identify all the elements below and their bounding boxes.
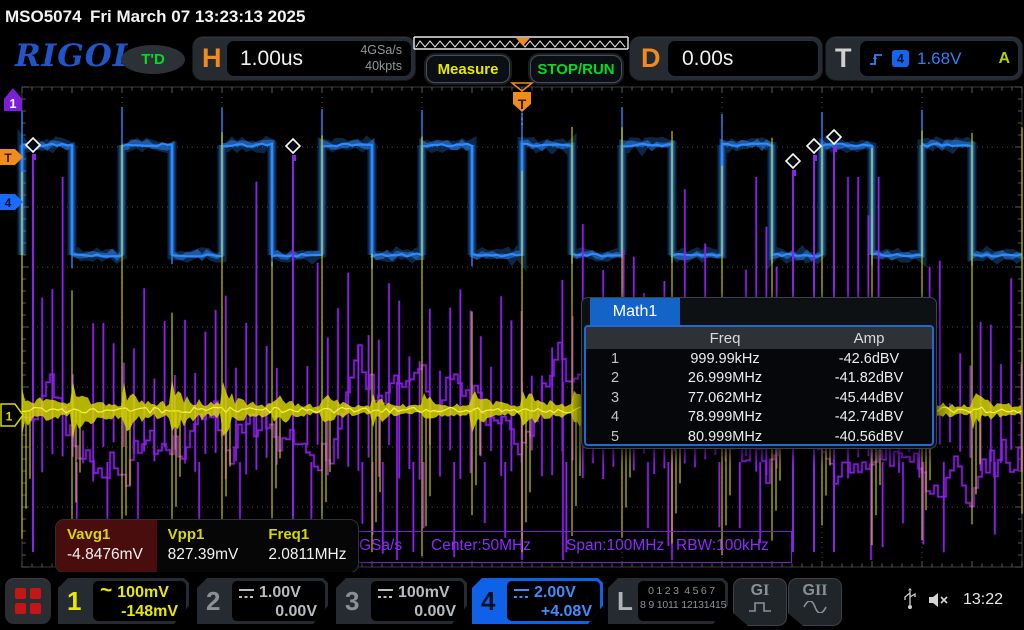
- fft-sample-rate: GSa/s: [359, 537, 402, 555]
- channel2-box[interactable]: 2 1.00V 0.00V: [197, 578, 328, 624]
- fft-rbw: RBW:100kHz: [676, 537, 769, 555]
- channel4-box[interactable]: 4 2.00V +4.08V: [472, 578, 603, 624]
- fft-peak-diamond: [286, 139, 300, 153]
- measurement-popup[interactable]: Vavg1 -4.8476mV Vpp1 827.39mV Freq1 2.08…: [55, 519, 359, 573]
- delay-value[interactable]: 0.00s: [682, 47, 733, 71]
- ac-coupling-icon: [100, 589, 112, 597]
- waveform-preview-bar[interactable]: [413, 36, 629, 52]
- generator2-button[interactable]: GII: [788, 578, 842, 626]
- delay-panel[interactable]: D 0.00s: [630, 37, 822, 80]
- trigger-status-badge: T'D: [121, 45, 185, 74]
- table-row: 2 26.999MHz -41.82dBV: [586, 369, 932, 389]
- fft-center: Center:50MHz: [431, 537, 531, 555]
- ch2-offset: 0.00V: [239, 603, 319, 621]
- channel-status-bar: 1 100mV -148mV 2 1.00V 0.00V 3 100mV 0.0…: [0, 572, 1024, 630]
- rigol-logo: RIGOL: [15, 38, 136, 74]
- digital-label: L: [617, 586, 633, 616]
- horizontal-panel[interactable]: H 1.00us 4GSa/s 40kpts: [193, 37, 415, 80]
- menu-button[interactable]: [5, 578, 51, 624]
- digital-row-0-7: 0 1 2 3 4 5 6 7: [640, 584, 723, 598]
- ch4-offset: +4.08V: [514, 603, 594, 621]
- timebase-value[interactable]: 1.00us: [240, 47, 303, 71]
- table-header: Freq Amp: [586, 327, 932, 349]
- clock: 13:22: [963, 591, 1003, 609]
- trigger-source-badge: 4: [892, 50, 909, 67]
- digital-channels-box[interactable]: L 0 1 2 3 4 5 6 7 8 9 1011 12131415: [608, 578, 728, 624]
- measure-button[interactable]: Measure: [426, 55, 510, 83]
- stop-run-button[interactable]: STOP/RUN: [530, 55, 622, 83]
- ch1-offset: -148mV: [100, 603, 180, 621]
- digital-row-8-15: 8 9 1011 12131415: [640, 598, 723, 612]
- col-freq: Freq: [644, 330, 806, 347]
- speaker-muted-icon[interactable]: [928, 592, 952, 608]
- math1-peak-table: Freq Amp 1 999.99kHz -42.6dBV 2 26.999MH…: [584, 325, 934, 446]
- memory-depth: 40kpts: [365, 59, 402, 73]
- svg-text:4: 4: [5, 196, 12, 210]
- usb-icon: [903, 588, 917, 610]
- ch1-scale: 100mV: [117, 584, 169, 602]
- trigger-panel[interactable]: T 4 1.68V A: [826, 37, 1022, 80]
- menu-grid-icon: [15, 588, 41, 614]
- fft-peak-diamond: [786, 154, 800, 168]
- t-label: T: [835, 43, 852, 73]
- dc-coupling-icon: [514, 589, 529, 598]
- trigger-slope-icon: [868, 51, 884, 67]
- trigger-pin-label: T: [518, 96, 527, 112]
- fft-span: Span:100MHz: [566, 537, 664, 555]
- dc-coupling-icon: [378, 589, 393, 598]
- measurement-vavg1[interactable]: Vavg1 -4.8476mV: [56, 520, 157, 572]
- measurement-freq1[interactable]: Freq1 2.0811MHz: [257, 520, 358, 572]
- sample-rate: 4GSa/s: [360, 43, 402, 57]
- ch3-offset: 0.00V: [378, 603, 458, 621]
- col-amp: Amp: [806, 330, 932, 347]
- ch2-scale: 1.00V: [259, 584, 301, 602]
- channel3-box[interactable]: 3 100mV 0.00V: [336, 578, 467, 624]
- trigger-sweep-mode: A: [998, 50, 1010, 68]
- svg-text:1: 1: [6, 410, 13, 424]
- titlebar: MSO5074 Fri March 07 13:23:13 2025: [0, 0, 1024, 32]
- square-wave-icon: [747, 601, 773, 613]
- d-label: D: [641, 43, 661, 73]
- math1-tab[interactable]: Math1: [590, 298, 680, 325]
- table-row: 1 999.99kHz -42.6dBV: [586, 349, 932, 369]
- table-row: 3 77.062MHz -45.44dBV: [586, 388, 932, 408]
- svg-text:1: 1: [10, 97, 17, 111]
- measurement-vpp1[interactable]: Vpp1 827.39mV: [157, 520, 258, 572]
- ch3-scale: 100mV: [398, 584, 450, 602]
- model-name: MSO5074: [5, 7, 82, 27]
- table-row: 4 78.999MHz -42.74dBV: [586, 408, 932, 428]
- channel1-offset-marker[interactable]: 1: [1, 404, 23, 426]
- header: RIGOL T'D H 1.00us 4GSa/s 40kpts Measure…: [0, 30, 1024, 82]
- table-row: 5 80.999MHz -40.56dBV: [586, 427, 932, 446]
- trigger-level-value[interactable]: 1.68V: [917, 49, 961, 69]
- h-label: H: [202, 43, 222, 73]
- channel1-box[interactable]: 1 100mV -148mV: [58, 578, 189, 624]
- math1-offset-marker[interactable]: 1: [4, 88, 22, 111]
- math1-peak-table-popup[interactable]: Math1 Freq Amp 1 999.99kHz -42.6dBV 2 26…: [581, 297, 937, 449]
- svg-text:T: T: [4, 151, 12, 165]
- datetime: Fri March 07 13:23:13 2025: [90, 7, 305, 27]
- sine-wave-icon: [802, 601, 828, 613]
- waveform-display-area[interactable]: T 1 T 4 1 GSa/s Center:50MHz Span:100MHz…: [0, 82, 1024, 572]
- ch4-scale: 2.00V: [534, 584, 576, 602]
- generator1-button[interactable]: GI: [733, 578, 787, 626]
- dc-coupling-icon: [239, 589, 254, 598]
